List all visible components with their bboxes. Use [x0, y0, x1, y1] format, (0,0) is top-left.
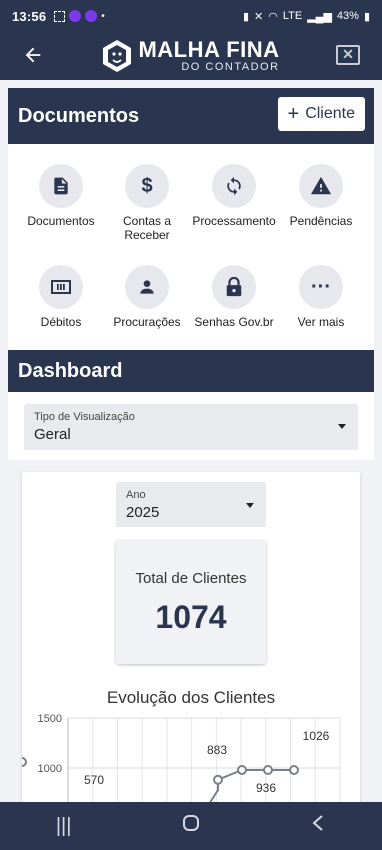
battery-icon: ▮ [363, 10, 370, 23]
mute-icon: ✕ [254, 10, 264, 23]
status-time: 13:56 [12, 8, 47, 24]
tile-label: Débitos [40, 315, 82, 329]
close-button[interactable]: ✕ [336, 45, 360, 65]
tile-senhas-gov[interactable]: Senhas Gov.br [191, 265, 277, 329]
chart-title: Evolução dos Clientes [106, 688, 276, 707]
add-cliente-label: Cliente [305, 105, 355, 122]
year-value: 2025 [126, 504, 160, 521]
app-logo: MALHA FINA DO CONTADOR [102, 39, 279, 73]
battery-saver-icon: ▮ [242, 10, 249, 23]
main-content[interactable]: Documentos + Cliente Documentos $ Contas… [0, 80, 382, 802]
signal-icon: ▂▄▆ [307, 10, 332, 23]
add-cliente-button[interactable]: + Cliente [277, 97, 365, 131]
lion-logo-icon [103, 40, 132, 72]
back-button[interactable] [22, 44, 48, 70]
tile-documentos[interactable]: Documentos [18, 164, 104, 228]
tile-ver-mais[interactable]: ··· Ver mais [278, 265, 364, 329]
recent-apps-icon[interactable]: ||| [44, 815, 84, 838]
plus-icon: + [287, 103, 300, 125]
dashboard-header: Dashboard [8, 350, 374, 392]
app-header: MALHA FINA DO CONTADOR ✕ [0, 32, 382, 80]
network-label: LTE [282, 10, 303, 22]
dashboard-title: Dashboard [18, 359, 123, 382]
logo-title: MALHA FINA [138, 37, 280, 62]
dashboard-card: Ano 2025 Total de Clientes 1074 Evolução… [22, 472, 360, 802]
app-notification-icon [85, 10, 98, 22]
more-icon: ··· [299, 265, 343, 309]
data-point [263, 765, 273, 775]
document-icon [39, 164, 83, 208]
lock-icon [212, 265, 256, 309]
logo-subtitle: DO CONTADOR [181, 61, 280, 73]
y-tick-label: 1500 [38, 713, 62, 725]
clientes-line-chart: 1000 1500 570 883 936 1026 [22, 713, 341, 802]
tile-processamento[interactable]: Processamento [191, 164, 277, 228]
chevron-down-icon [246, 503, 254, 508]
warning-icon [299, 164, 343, 208]
year-caption: Ano [126, 489, 146, 501]
documentos-grid: Documentos $ Contas a Receber Processame… [8, 144, 374, 350]
data-label: 883 [207, 743, 227, 757]
dashboard-filter-area: Tipo de Visualização Geral [8, 392, 374, 460]
view-type-select[interactable]: Tipo de Visualização Geral [24, 404, 358, 450]
tile-debitos[interactable]: Débitos [18, 265, 104, 329]
tile-procuracoes[interactable]: Procurações [104, 265, 190, 329]
total-clientes-label: Total de Clientes [135, 570, 247, 587]
screenshot-icon [54, 10, 66, 22]
data-label: 936 [256, 781, 276, 795]
chevron-down-icon [338, 424, 346, 429]
debit-icon [39, 265, 83, 309]
dot-icon: • [101, 10, 105, 22]
tile-label: Procurações [113, 315, 181, 329]
wifi-icon: ◠ [268, 10, 278, 23]
app-notification-icon [69, 10, 82, 22]
tile-label: Contas a Receber [122, 214, 172, 242]
data-point [213, 774, 223, 785]
back-icon[interactable] [298, 814, 338, 838]
data-label: 570 [84, 773, 104, 787]
person-icon [125, 265, 169, 309]
view-type-value: Geral [34, 426, 71, 443]
tile-label: Ver mais [297, 315, 345, 329]
year-select[interactable]: Ano 2025 [116, 482, 266, 527]
tile-label: Documentos [27, 214, 95, 228]
home-icon[interactable] [171, 814, 211, 838]
data-point [22, 757, 27, 767]
sync-icon [212, 164, 256, 208]
tile-contas-a-receber[interactable]: $ Contas a Receber [104, 164, 190, 242]
battery-text: 43% [336, 10, 359, 22]
y-tick-label: 1000 [38, 763, 62, 775]
status-bar: 13:56 • ▮ ✕ ◠ LTE ▂▄▆ 43% ▮ [0, 0, 382, 32]
tile-label: Senhas Gov.br [194, 315, 274, 329]
data-point [289, 765, 299, 775]
system-nav-bar: ||| [0, 802, 382, 850]
tile-label: Pendências [289, 214, 353, 228]
documentos-title: Documentos [18, 104, 140, 127]
tile-label: Processamento [192, 214, 276, 228]
data-point [237, 765, 247, 775]
data-label: 1026 [303, 729, 330, 743]
documentos-header: Documentos + Cliente [8, 88, 374, 144]
view-type-caption: Tipo de Visualização [34, 411, 135, 423]
total-clientes-card: Total de Clientes 1074 [116, 540, 266, 664]
tile-pendencias[interactable]: Pendências [278, 164, 364, 228]
total-clientes-value: 1074 [155, 599, 227, 635]
close-box-icon: ✕ [342, 46, 354, 62]
arrow-left-icon [25, 47, 41, 63]
dollar-icon: $ [125, 164, 169, 208]
